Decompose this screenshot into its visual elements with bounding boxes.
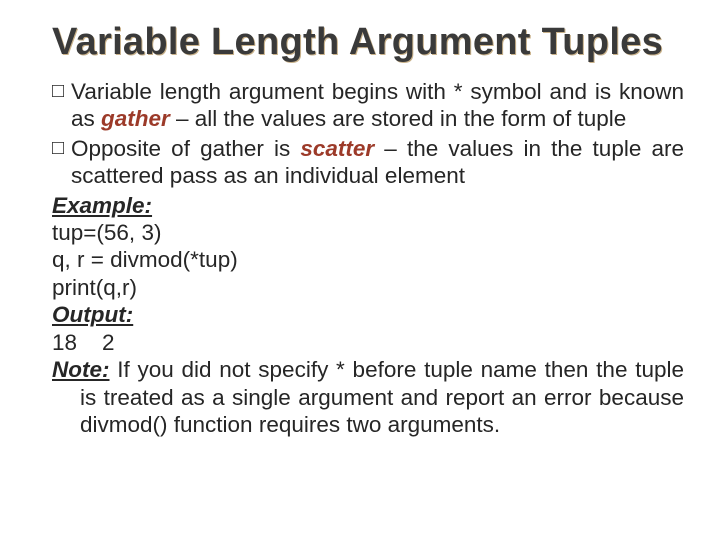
term-scatter: scatter bbox=[300, 136, 374, 161]
slide-title: Variable Length Argument Tuples bbox=[52, 22, 684, 64]
bullet-post: – all the values are stored in the form … bbox=[170, 106, 627, 131]
example-heading: Example: bbox=[52, 192, 684, 219]
output-value: 18 2 bbox=[52, 329, 684, 356]
note-paragraph: Note: If you did not specify * before tu… bbox=[52, 356, 684, 438]
note-label: Note: bbox=[52, 357, 110, 382]
slide-body: □ Variable length argument begins with *… bbox=[52, 78, 684, 439]
slide: Variable Length Argument Tuples □ Variab… bbox=[0, 0, 720, 540]
code-line: q, r = divmod(*tup) bbox=[52, 246, 684, 273]
code-line: tup=(56, 3) bbox=[52, 219, 684, 246]
bullet-text: Opposite of gather is scatter – the valu… bbox=[71, 135, 684, 190]
note-text: If you did not specify * before tuple na… bbox=[80, 357, 684, 437]
output-heading: Output: bbox=[52, 301, 684, 328]
example-label: Example: bbox=[52, 193, 152, 218]
term-gather: gather bbox=[101, 106, 170, 131]
bullet-marker-icon: □ bbox=[52, 78, 71, 133]
bullet-text: Variable length argument begins with * s… bbox=[71, 78, 684, 133]
output-label: Output: bbox=[52, 302, 133, 327]
bullet-marker-icon: □ bbox=[52, 135, 71, 190]
bullet-pre: Opposite of gather is bbox=[71, 136, 300, 161]
bullet-item: □ Variable length argument begins with *… bbox=[52, 78, 684, 133]
bullet-item: □ Opposite of gather is scatter – the va… bbox=[52, 135, 684, 190]
code-line: print(q,r) bbox=[52, 274, 684, 301]
